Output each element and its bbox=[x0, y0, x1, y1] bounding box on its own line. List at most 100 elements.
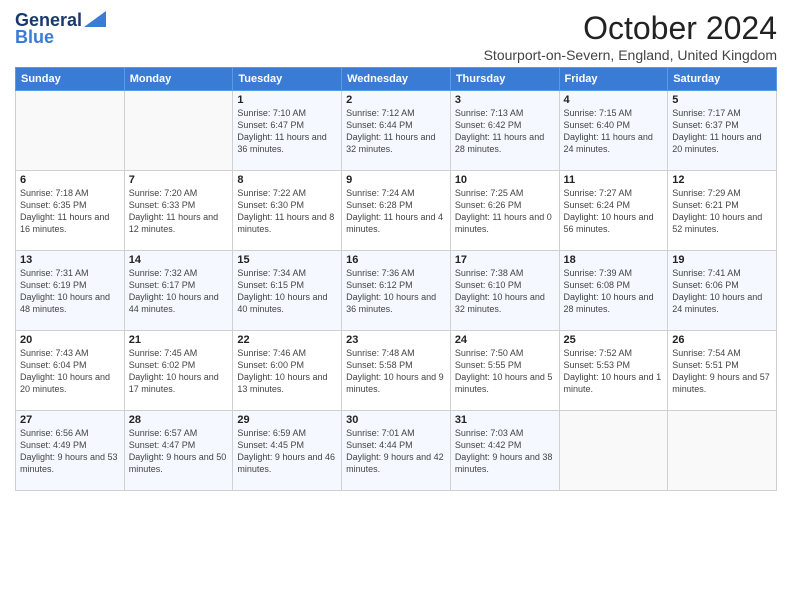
calendar-cell: 24Sunrise: 7:50 AMSunset: 5:55 PMDayligh… bbox=[450, 331, 559, 411]
month-title: October 2024 bbox=[484, 10, 777, 47]
day-info: Sunrise: 7:27 AMSunset: 6:24 PMDaylight:… bbox=[564, 187, 664, 236]
header-wednesday: Wednesday bbox=[342, 68, 451, 91]
day-info: Sunrise: 7:48 AMSunset: 5:58 PMDaylight:… bbox=[346, 347, 446, 396]
day-number: 8 bbox=[237, 174, 337, 186]
calendar-cell: 15Sunrise: 7:34 AMSunset: 6:15 PMDayligh… bbox=[233, 251, 342, 331]
day-info: Sunrise: 6:59 AMSunset: 4:45 PMDaylight:… bbox=[237, 427, 337, 476]
logo-text-blue: Blue bbox=[15, 27, 54, 48]
day-number: 3 bbox=[455, 94, 555, 106]
calendar-cell: 11Sunrise: 7:27 AMSunset: 6:24 PMDayligh… bbox=[559, 171, 668, 251]
day-info: Sunrise: 7:22 AMSunset: 6:30 PMDaylight:… bbox=[237, 187, 337, 236]
day-number: 11 bbox=[564, 174, 664, 186]
day-info: Sunrise: 7:01 AMSunset: 4:44 PMDaylight:… bbox=[346, 427, 446, 476]
day-info: Sunrise: 7:31 AMSunset: 6:19 PMDaylight:… bbox=[20, 267, 120, 316]
day-number: 31 bbox=[455, 414, 555, 426]
day-info: Sunrise: 6:56 AMSunset: 4:49 PMDaylight:… bbox=[20, 427, 120, 476]
calendar-cell: 16Sunrise: 7:36 AMSunset: 6:12 PMDayligh… bbox=[342, 251, 451, 331]
header-tuesday: Tuesday bbox=[233, 68, 342, 91]
calendar-cell: 31Sunrise: 7:03 AMSunset: 4:42 PMDayligh… bbox=[450, 411, 559, 491]
calendar-cell: 17Sunrise: 7:38 AMSunset: 6:10 PMDayligh… bbox=[450, 251, 559, 331]
day-info: Sunrise: 7:43 AMSunset: 6:04 PMDaylight:… bbox=[20, 347, 120, 396]
calendar-cell: 14Sunrise: 7:32 AMSunset: 6:17 PMDayligh… bbox=[124, 251, 233, 331]
day-number: 4 bbox=[564, 94, 664, 106]
calendar: Sunday Monday Tuesday Wednesday Thursday… bbox=[15, 67, 777, 491]
day-info: Sunrise: 7:32 AMSunset: 6:17 PMDaylight:… bbox=[129, 267, 229, 316]
day-info: Sunrise: 7:25 AMSunset: 6:26 PMDaylight:… bbox=[455, 187, 555, 236]
day-number: 6 bbox=[20, 174, 120, 186]
calendar-cell bbox=[16, 91, 125, 171]
day-info: Sunrise: 7:54 AMSunset: 5:51 PMDaylight:… bbox=[672, 347, 772, 396]
day-number: 23 bbox=[346, 334, 446, 346]
day-info: Sunrise: 7:20 AMSunset: 6:33 PMDaylight:… bbox=[129, 187, 229, 236]
header-sunday: Sunday bbox=[16, 68, 125, 91]
calendar-week-1: 1Sunrise: 7:10 AMSunset: 6:47 PMDaylight… bbox=[16, 91, 777, 171]
calendar-cell: 6Sunrise: 7:18 AMSunset: 6:35 PMDaylight… bbox=[16, 171, 125, 251]
day-number: 18 bbox=[564, 254, 664, 266]
calendar-cell bbox=[559, 411, 668, 491]
calendar-cell bbox=[124, 91, 233, 171]
calendar-cell: 25Sunrise: 7:52 AMSunset: 5:53 PMDayligh… bbox=[559, 331, 668, 411]
calendar-cell: 18Sunrise: 7:39 AMSunset: 6:08 PMDayligh… bbox=[559, 251, 668, 331]
calendar-cell: 4Sunrise: 7:15 AMSunset: 6:40 PMDaylight… bbox=[559, 91, 668, 171]
logo-icon bbox=[84, 11, 106, 27]
page: General Blue October 2024 Stourport-on-S… bbox=[0, 0, 792, 612]
day-number: 12 bbox=[672, 174, 772, 186]
day-info: Sunrise: 7:03 AMSunset: 4:42 PMDaylight:… bbox=[455, 427, 555, 476]
day-number: 2 bbox=[346, 94, 446, 106]
calendar-cell: 12Sunrise: 7:29 AMSunset: 6:21 PMDayligh… bbox=[668, 171, 777, 251]
day-number: 22 bbox=[237, 334, 337, 346]
calendar-cell: 26Sunrise: 7:54 AMSunset: 5:51 PMDayligh… bbox=[668, 331, 777, 411]
calendar-cell: 23Sunrise: 7:48 AMSunset: 5:58 PMDayligh… bbox=[342, 331, 451, 411]
day-number: 15 bbox=[237, 254, 337, 266]
day-info: Sunrise: 7:52 AMSunset: 5:53 PMDaylight:… bbox=[564, 347, 664, 396]
calendar-cell: 21Sunrise: 7:45 AMSunset: 6:02 PMDayligh… bbox=[124, 331, 233, 411]
day-number: 19 bbox=[672, 254, 772, 266]
calendar-cell: 27Sunrise: 6:56 AMSunset: 4:49 PMDayligh… bbox=[16, 411, 125, 491]
day-number: 17 bbox=[455, 254, 555, 266]
day-number: 26 bbox=[672, 334, 772, 346]
header-friday: Friday bbox=[559, 68, 668, 91]
day-number: 28 bbox=[129, 414, 229, 426]
day-info: Sunrise: 7:34 AMSunset: 6:15 PMDaylight:… bbox=[237, 267, 337, 316]
logo: General Blue bbox=[15, 10, 106, 48]
calendar-cell: 20Sunrise: 7:43 AMSunset: 6:04 PMDayligh… bbox=[16, 331, 125, 411]
calendar-cell: 30Sunrise: 7:01 AMSunset: 4:44 PMDayligh… bbox=[342, 411, 451, 491]
day-number: 21 bbox=[129, 334, 229, 346]
day-info: Sunrise: 7:17 AMSunset: 6:37 PMDaylight:… bbox=[672, 107, 772, 156]
day-number: 25 bbox=[564, 334, 664, 346]
calendar-cell: 22Sunrise: 7:46 AMSunset: 6:00 PMDayligh… bbox=[233, 331, 342, 411]
calendar-cell: 19Sunrise: 7:41 AMSunset: 6:06 PMDayligh… bbox=[668, 251, 777, 331]
day-number: 13 bbox=[20, 254, 120, 266]
header-monday: Monday bbox=[124, 68, 233, 91]
calendar-cell: 5Sunrise: 7:17 AMSunset: 6:37 PMDaylight… bbox=[668, 91, 777, 171]
day-info: Sunrise: 7:12 AMSunset: 6:44 PMDaylight:… bbox=[346, 107, 446, 156]
calendar-cell: 9Sunrise: 7:24 AMSunset: 6:28 PMDaylight… bbox=[342, 171, 451, 251]
day-info: Sunrise: 7:18 AMSunset: 6:35 PMDaylight:… bbox=[20, 187, 120, 236]
day-number: 5 bbox=[672, 94, 772, 106]
location: Stourport-on-Severn, England, United Kin… bbox=[484, 47, 777, 63]
day-info: Sunrise: 7:13 AMSunset: 6:42 PMDaylight:… bbox=[455, 107, 555, 156]
day-number: 27 bbox=[20, 414, 120, 426]
calendar-cell: 2Sunrise: 7:12 AMSunset: 6:44 PMDaylight… bbox=[342, 91, 451, 171]
calendar-week-5: 27Sunrise: 6:56 AMSunset: 4:49 PMDayligh… bbox=[16, 411, 777, 491]
day-number: 14 bbox=[129, 254, 229, 266]
day-info: Sunrise: 7:50 AMSunset: 5:55 PMDaylight:… bbox=[455, 347, 555, 396]
day-info: Sunrise: 6:57 AMSunset: 4:47 PMDaylight:… bbox=[129, 427, 229, 476]
day-number: 30 bbox=[346, 414, 446, 426]
title-block: October 2024 Stourport-on-Severn, Englan… bbox=[484, 10, 777, 63]
day-info: Sunrise: 7:10 AMSunset: 6:47 PMDaylight:… bbox=[237, 107, 337, 156]
calendar-week-3: 13Sunrise: 7:31 AMSunset: 6:19 PMDayligh… bbox=[16, 251, 777, 331]
calendar-cell: 8Sunrise: 7:22 AMSunset: 6:30 PMDaylight… bbox=[233, 171, 342, 251]
calendar-week-4: 20Sunrise: 7:43 AMSunset: 6:04 PMDayligh… bbox=[16, 331, 777, 411]
day-number: 10 bbox=[455, 174, 555, 186]
calendar-cell: 1Sunrise: 7:10 AMSunset: 6:47 PMDaylight… bbox=[233, 91, 342, 171]
day-number: 20 bbox=[20, 334, 120, 346]
day-info: Sunrise: 7:39 AMSunset: 6:08 PMDaylight:… bbox=[564, 267, 664, 316]
header-thursday: Thursday bbox=[450, 68, 559, 91]
day-number: 7 bbox=[129, 174, 229, 186]
day-number: 24 bbox=[455, 334, 555, 346]
header: General Blue October 2024 Stourport-on-S… bbox=[15, 10, 777, 63]
calendar-cell: 7Sunrise: 7:20 AMSunset: 6:33 PMDaylight… bbox=[124, 171, 233, 251]
day-info: Sunrise: 7:38 AMSunset: 6:10 PMDaylight:… bbox=[455, 267, 555, 316]
day-info: Sunrise: 7:45 AMSunset: 6:02 PMDaylight:… bbox=[129, 347, 229, 396]
